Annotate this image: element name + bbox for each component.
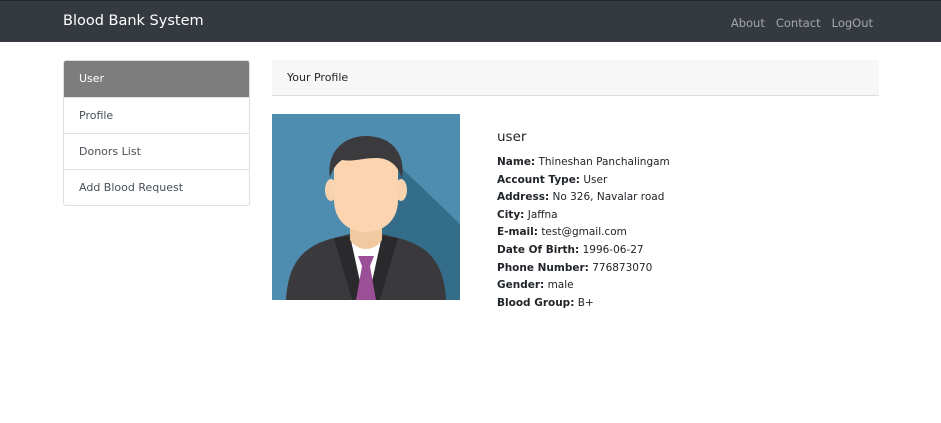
top-navbar: Blood Bank System About Contact LogOut [0,0,941,42]
field-date-of-birth: Date Of Birth: 1996-06-27 [497,242,670,260]
nav-link-about[interactable]: About [731,16,765,30]
businessman-avatar-icon [272,114,460,300]
field-blood-group: Blood Group: B+ [497,295,670,313]
field-value: Thineshan Panchalingam [538,156,670,168]
profile-details: user Name: Thineshan Panchalingam Accoun… [497,129,670,312]
field-label: Blood Group: [497,296,575,309]
field-gender: Gender: male [497,277,670,295]
field-value: male [547,279,574,292]
nav-link-contact[interactable]: Contact [776,16,821,30]
field-value: No 326, Navalar road [552,191,665,204]
field-value: B+ [577,296,594,309]
field-value: 1996-06-27 [582,243,644,256]
field-phone-number: Phone Number: 776873070 [497,260,670,278]
field-value: test@gmail.com [541,226,627,239]
sidebar-item-donors-list[interactable]: Donors List [64,133,249,169]
sidebar-item-profile[interactable]: Profile [64,97,249,133]
field-address: Address: No 326, Navalar road [497,189,670,207]
field-label: E-mail: [497,226,538,239]
profile-username: user [497,129,527,145]
field-value: User [583,173,608,186]
nav-links: About Contact LogOut [731,16,873,30]
field-label: Account Type: [497,173,581,186]
brand-link[interactable]: Blood Bank System [63,13,204,29]
field-name: Name: Thineshan Panchalingam [497,154,670,172]
sidebar-list-group: User Profile Donors List Add Blood Reque… [63,60,250,206]
field-label: Phone Number: [497,261,589,274]
field-value: Jaffna [527,208,558,221]
field-value: 776873070 [592,261,653,274]
field-label: Name: [497,156,536,168]
field-label: City: [497,208,525,221]
field-email: E-mail: test@gmail.com [497,224,670,242]
field-account-type: Account Type: User [497,172,670,190]
field-label: Gender: [497,279,545,292]
profile-card-header: Your Profile [272,60,879,96]
sidebar-item-add-blood-request[interactable]: Add Blood Request [64,169,249,205]
nav-link-logout[interactable]: LogOut [832,16,873,30]
field-city: City: Jaffna [497,207,670,225]
sidebar-item-user[interactable]: User [64,61,249,97]
field-label: Date Of Birth: [497,243,580,256]
field-label: Address: [497,191,550,204]
